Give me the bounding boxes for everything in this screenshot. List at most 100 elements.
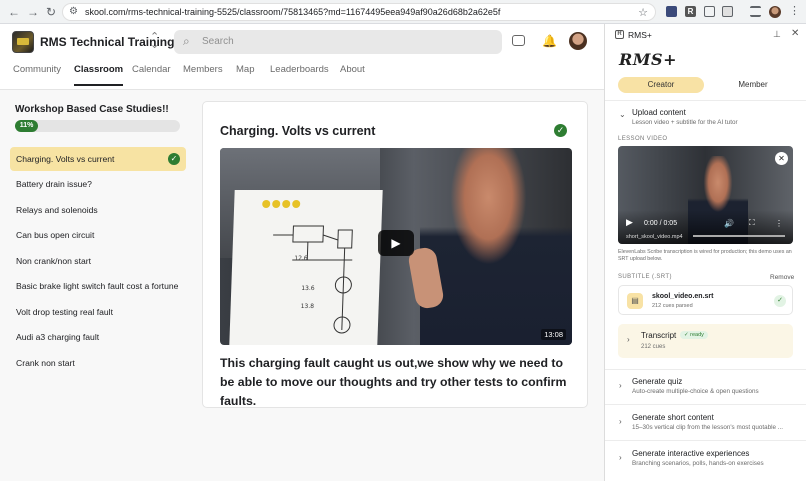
community-logo[interactable] <box>12 31 34 53</box>
srt-cues: 212 cues parsed <box>652 303 693 309</box>
srt-filename: skool_video.en.srt <box>652 293 714 300</box>
lesson-label: Audi a3 charging fault <box>16 332 100 342</box>
video-duration: 13:08 <box>541 329 566 340</box>
url-text[interactable]: skool.com/rms-technical-training-5525/cl… <box>85 7 500 17</box>
tab-members[interactable]: Members <box>183 64 223 75</box>
address-bar[interactable]: ⚙ skool.com/rms-technical-training-5525/… <box>62 3 656 21</box>
video-presenter <box>420 148 572 345</box>
forward-icon[interactable]: → <box>25 4 41 20</box>
lesson-label: Can bus open circuit <box>16 230 95 240</box>
lesson-label: Battery drain issue? <box>16 179 92 189</box>
more-icon[interactable]: ⋮ <box>775 219 783 228</box>
ext-icon-2[interactable]: R <box>685 6 696 17</box>
divider <box>605 100 806 101</box>
tab-community[interactable]: Community <box>13 64 61 75</box>
rms-logo: RMS+ <box>619 50 677 69</box>
divider <box>605 369 806 370</box>
volume-icon[interactable]: 🔊 <box>724 219 734 228</box>
upload-title: Upload content <box>632 108 686 117</box>
lesson-label: Relays and solenoids <box>16 205 98 215</box>
svg-text:13.6: 13.6 <box>301 285 315 292</box>
remove-video-icon[interactable]: ✕ <box>775 152 788 165</box>
lesson-item[interactable]: Charging. Volts vs current ✓ <box>10 147 186 171</box>
lesson-label: Volt drop testing real fault <box>16 307 113 317</box>
progress-fill: 11% <box>15 120 39 132</box>
check-icon: ✓ <box>774 295 786 307</box>
bookmark-star-icon[interactable]: ☆ <box>638 6 648 19</box>
divider <box>605 440 806 441</box>
rms-side-panel: R RMS+ ⊥ ✕ RMS+ Creator Member ⌄ Upload … <box>604 24 806 481</box>
remove-subtitle-button[interactable]: Remove <box>770 274 794 281</box>
lesson-item[interactable]: Relays and solenoids <box>10 198 186 222</box>
lesson-video[interactable]: 12.6 13.6 13.8 ▶ 13:08 <box>220 148 572 345</box>
main-content: RMS Technical Training ⌃ ⌄ ⌕ Search 🔔 Com… <box>0 24 604 481</box>
bell-icon[interactable]: 🔔 <box>542 34 557 48</box>
course-progress: 11% <box>15 120 180 132</box>
divider <box>605 404 806 405</box>
browser-menu-icon[interactable]: ⋮ <box>789 4 800 17</box>
svg-text:12.6: 12.6 <box>294 255 308 262</box>
tab-map[interactable]: Map <box>236 64 254 75</box>
lesson-video-label: LESSON VIDEO <box>618 136 668 142</box>
section-subtitle: Branching scenarios, polls, hands-on exe… <box>632 460 764 467</box>
back-icon[interactable]: ← <box>6 4 22 20</box>
course-title: Workshop Based Case Studies!! <box>15 104 169 115</box>
chevron-right-icon: › <box>619 381 622 390</box>
profile-avatar[interactable] <box>769 6 781 18</box>
lesson-label: Non crank/non start <box>16 256 91 266</box>
uploaded-video-player[interactable]: ✕ ▶ 0:00 / 0:05 🔊 ⛶ ⋮ short_skool_video.… <box>618 146 793 244</box>
video-seek-bar[interactable] <box>693 235 785 237</box>
video-whiteboard: 12.6 13.6 13.8 <box>229 190 383 345</box>
panel-header: R RMS+ ⊥ ✕ <box>605 24 806 44</box>
sidepanel-icon[interactable] <box>722 6 733 17</box>
upload-subtitle: Lesson video + subtitle for the AI tutor <box>632 119 738 126</box>
close-icon[interactable]: ✕ <box>791 28 799 39</box>
complete-check-icon[interactable]: ✓ <box>554 124 567 137</box>
search-icon: ⌕ <box>183 34 190 48</box>
browser-toolbar: ← → ↻ ⚙ skool.com/rms-technical-training… <box>0 0 806 24</box>
lesson-item[interactable]: Basic brake light switch fault cost a fo… <box>10 274 186 298</box>
status-badge: ✓ ready <box>680 331 708 339</box>
search-input[interactable]: ⌕ Search <box>174 30 502 54</box>
role-toggle: Creator Member <box>618 77 796 93</box>
whiteboard-drawing: 12.6 13.6 13.8 <box>262 200 353 334</box>
lesson-item[interactable]: Non crank/non start <box>10 249 186 273</box>
section-title: Generate short content <box>632 413 714 422</box>
lesson-description: This charging fault caught us out,we sho… <box>220 356 567 408</box>
media-icon[interactable] <box>750 6 761 17</box>
lesson-item[interactable]: Volt drop testing real fault <box>10 300 186 324</box>
panel-app-icon: R <box>615 30 624 39</box>
tab-calendar[interactable]: Calendar <box>132 64 171 75</box>
file-icon: ▤ <box>627 293 643 309</box>
ext-icon-1[interactable] <box>666 6 677 17</box>
lesson-item[interactable]: Battery drain issue? <box>10 172 186 196</box>
section-subtitle: 15–30s vertical clip from the lesson's m… <box>632 424 784 431</box>
community-switch-icon[interactable]: ⌃ ⌄ <box>150 32 159 51</box>
tab-leaderboards[interactable]: Leaderboards <box>270 64 329 75</box>
lesson-label: Basic brake light switch fault cost a fo… <box>16 281 179 291</box>
lesson-item[interactable]: Audi a3 charging fault <box>10 325 186 349</box>
member-button[interactable]: Member <box>710 77 796 93</box>
tab-about[interactable]: About <box>340 64 365 75</box>
puzzle-icon[interactable] <box>704 6 715 17</box>
search-placeholder: Search <box>202 36 234 47</box>
section-subtitle: Auto-create multiple-choice & open quest… <box>632 388 759 395</box>
reload-icon[interactable]: ↻ <box>43 4 59 20</box>
play-icon[interactable]: ▶ <box>378 230 414 256</box>
tab-classroom[interactable]: Classroom <box>74 64 124 86</box>
lesson-item[interactable]: Crank non start <box>10 351 186 375</box>
svg-text:13.8: 13.8 <box>301 303 315 310</box>
play-icon[interactable]: ▶ <box>626 217 633 228</box>
creator-button[interactable]: Creator <box>618 77 704 93</box>
video-filename: short_skool_video.mp4 <box>626 234 683 240</box>
pin-icon[interactable]: ⊥ <box>773 29 781 40</box>
chat-icon[interactable] <box>512 35 525 46</box>
lesson-card: Charging. Volts vs current ✓ 12.6 13.6 1 <box>202 101 588 408</box>
subtitle-label: SUBTITLE (.SRT) <box>618 274 672 280</box>
site-settings-icon[interactable]: ⚙ <box>69 6 78 17</box>
fullscreen-icon[interactable]: ⛶ <box>749 218 755 228</box>
lesson-label: Crank non start <box>16 358 75 368</box>
avatar[interactable] <box>569 32 587 50</box>
lesson-item[interactable]: Can bus open circuit <box>10 223 186 247</box>
transcript-row[interactable]: › Transcript ✓ ready 212 cues <box>618 324 793 358</box>
